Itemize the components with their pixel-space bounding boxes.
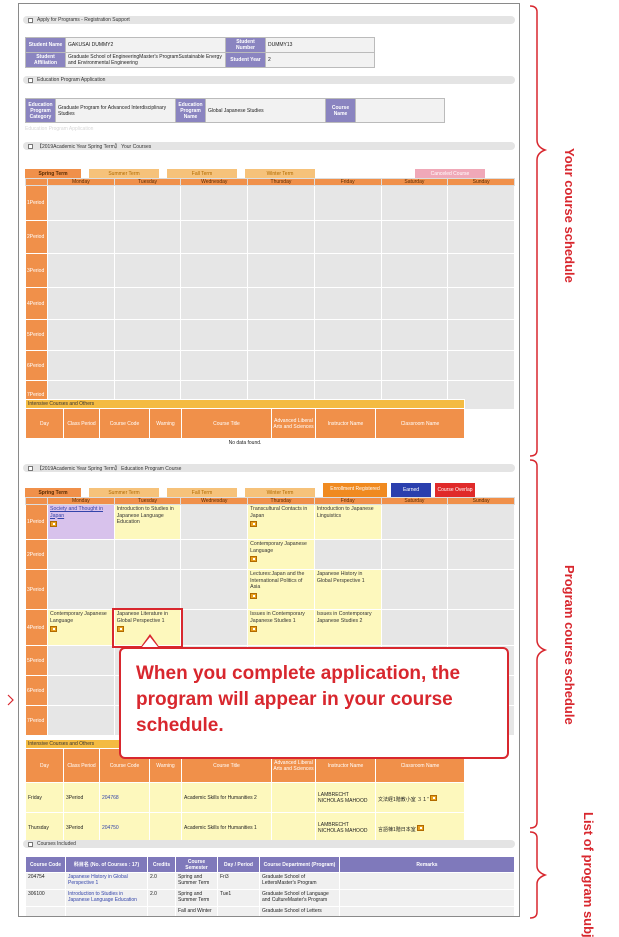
side-label-list-subjects: List of program subjects bbox=[580, 812, 596, 937]
annotation-overlay bbox=[7, 5, 548, 919]
left-arrow-icon bbox=[7, 694, 14, 706]
bracket-program-schedule bbox=[529, 459, 548, 829]
callout-box: When you complete application, the progr… bbox=[119, 647, 509, 759]
bracket-your-schedule bbox=[529, 5, 548, 457]
bracket-list-subjects bbox=[529, 831, 548, 919]
side-label-your-schedule: Your course schedule bbox=[562, 147, 577, 283]
side-label-program-schedule: Program course schedule bbox=[562, 565, 577, 725]
